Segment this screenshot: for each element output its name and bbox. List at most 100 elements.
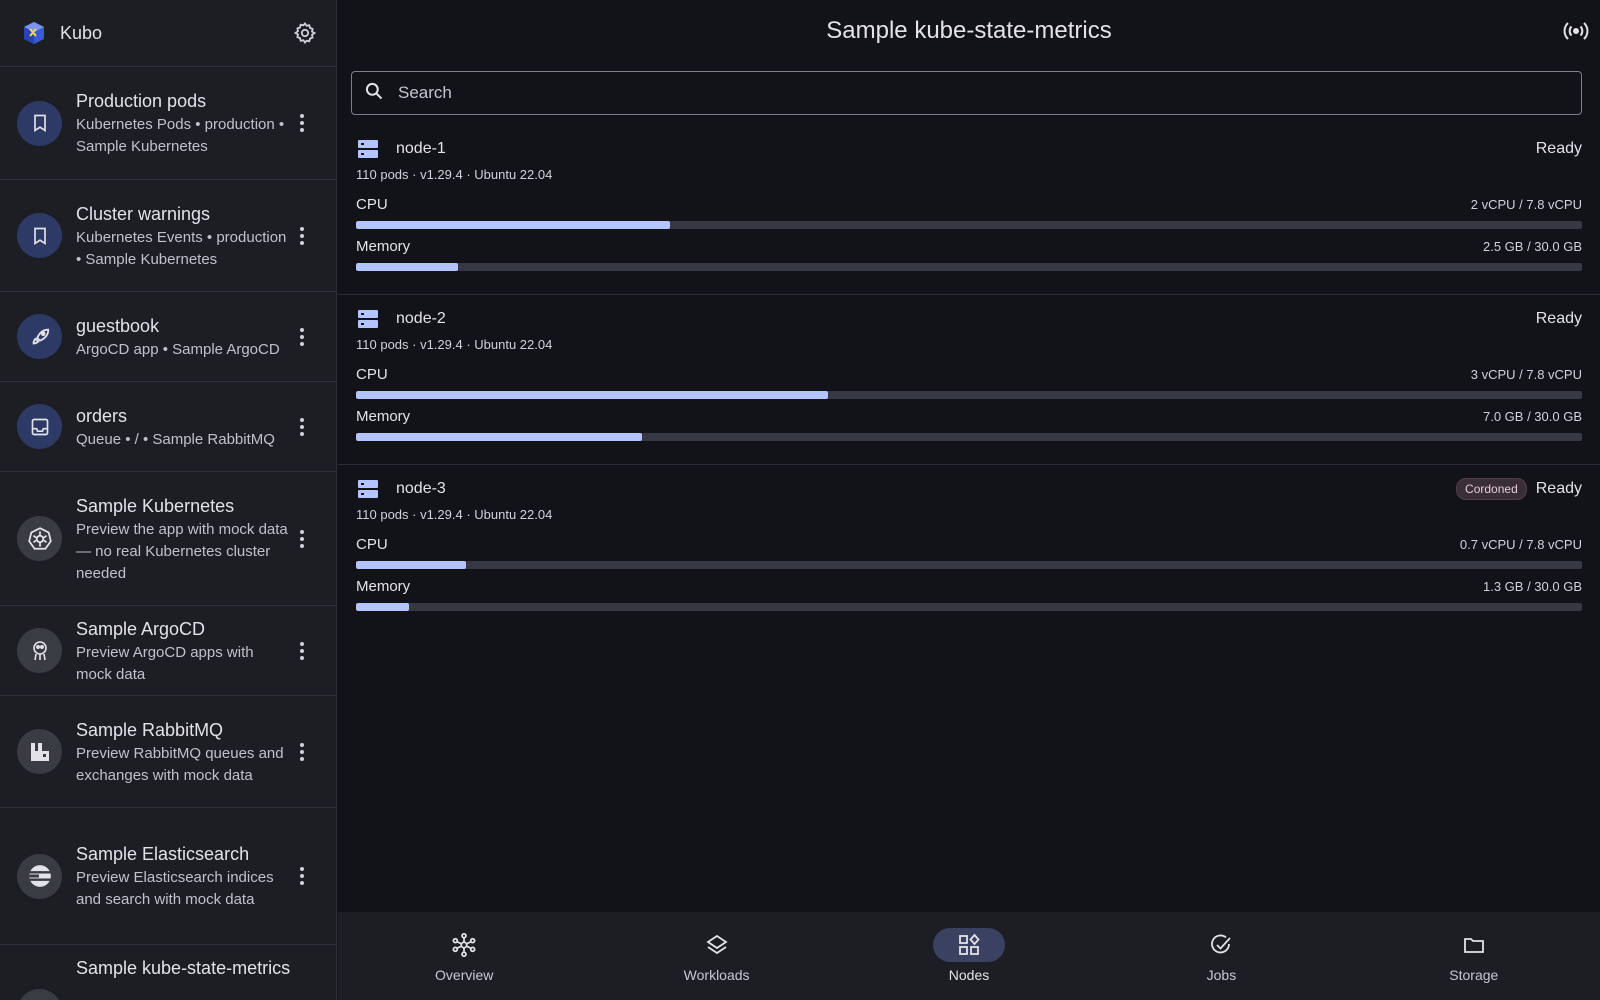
network-icon [428,928,500,962]
server-icon [356,307,380,331]
sidebar-item-cluster-warnings[interactable]: Cluster warnings Kubernetes Events • pro… [0,180,336,292]
check-circle-icon [1185,928,1257,962]
sidebar-item-sample-rabbitmq[interactable]: Sample RabbitMQ Preview RabbitMQ queues … [0,696,336,808]
grid-icon [933,928,1006,962]
metric-value: 2.5 GB / 30.0 GB [1483,238,1582,254]
memory-progress-fill [356,263,458,271]
more-vert-icon[interactable] [290,111,314,135]
metric-label: CPU [356,535,388,553]
argocd-icon [17,628,62,673]
search-input[interactable] [398,83,1548,103]
node-card[interactable]: node-2 Ready 110 pods · v1.29.4 · Ubuntu… [338,295,1600,465]
metric-value: 2 vCPU / 7.8 vCPU [1470,196,1582,212]
memory-metric: Memory 1.3 GB / 30.0 GB [356,575,1582,611]
sidebar-item-orders[interactable]: orders Queue • / • Sample RabbitMQ [0,382,336,472]
settings-gear-icon[interactable] [292,20,318,46]
node-card[interactable]: node-3 Cordoned Ready 110 pods · v1.29.4… [338,465,1600,635]
sidebar-item-title: Sample kube-state-metrics [76,958,291,978]
sidebar-item-title: Sample Elasticsearch [76,844,250,864]
node-name: node-2 [396,310,446,327]
node-card[interactable]: node-1 Ready 110 pods · v1.29.4 · Ubuntu… [338,125,1600,295]
sidebar-item-sample-kubernetes[interactable]: Sample Kubernetes Preview the app with m… [0,472,336,606]
nav-label: Overview [435,967,494,983]
nav-item-overview[interactable]: Overview [338,912,590,1000]
node-meta: 110 pods · v1.29.4 · Ubuntu 22.04 [356,167,553,182]
broadcast-icon[interactable] [1562,18,1590,44]
node-name: node-3 [396,480,446,497]
nav-label: Jobs [1206,967,1237,983]
memory-progress-fill [356,603,409,611]
more-vert-icon[interactable] [290,639,314,663]
app-name: Kubo [60,22,103,43]
metric-value: 3 vCPU / 7.8 vCPU [1470,366,1582,382]
metric-label: Memory [356,407,411,425]
node-status: Ready [1535,310,1582,327]
sidebar-item-sample-elasticsearch[interactable]: Sample Elasticsearch Preview Elasticsear… [0,808,336,945]
elasticsearch-icon [17,853,62,899]
metric-label: CPU [356,365,388,383]
sidebar-item-sample-argocd[interactable]: Sample ArgoCD Preview ArgoCD apps with m… [0,606,336,696]
cpu-progress-bar [356,561,1582,569]
sidebar-header: Kubo [0,0,336,67]
sidebar: Kubo Production pods Kubernetes Pods • p… [0,0,337,1000]
cpu-progress-fill [356,221,670,229]
inbox-icon [17,404,62,449]
metric-label: CPU [356,195,388,213]
cpu-metric: CPU 3 vCPU / 7.8 vCPU [356,363,1582,399]
nav-item-storage[interactable]: Storage [1348,912,1600,1000]
layers-icon [681,928,753,962]
nav-item-workloads[interactable]: Workloads [590,912,842,1000]
sidebar-item-sample-kube-state-metrics[interactable]: Sample kube-state-metrics [0,945,336,1000]
cpu-metric: CPU 2 vCPU / 7.8 vCPU [356,193,1582,229]
cpu-metric: CPU 0.7 vCPU / 7.8 vCPU [356,533,1582,569]
sidebar-item-production-pods[interactable]: Production pods Kubernetes Pods • produc… [0,67,336,180]
metric-label: Memory [356,577,411,595]
more-vert-icon[interactable] [290,325,314,349]
search-bar[interactable] [351,71,1582,115]
sidebar-item-guestbook[interactable]: guestbook ArgoCD app • Sample ArgoCD [0,292,336,382]
more-vert-icon[interactable] [290,527,314,551]
cpu-progress-fill [356,391,828,399]
top-bar: Sample kube-state-metrics [338,0,1600,62]
node-status: Ready [1535,480,1582,497]
sidebar-item-subtitle: Kubernetes Events • production • Sample … [76,228,287,268]
main-content: Sample kube-state-metrics node-1 Ready 1… [338,0,1600,1000]
sidebar-item-title: Cluster warnings [76,203,211,224]
bottom-navigation: Overview Workloads Nodes Jobs Storage [338,912,1600,1000]
memory-metric: Memory 2.5 GB / 30.0 GB [356,235,1582,271]
rabbitmq-icon [17,729,62,774]
node-meta: 110 pods · v1.29.4 · Ubuntu 22.04 [356,337,553,352]
more-vert-icon[interactable] [290,415,314,439]
memory-progress-fill [356,433,642,441]
kubo-logo-icon [20,19,48,47]
node-list: node-1 Ready 110 pods · v1.29.4 · Ubuntu… [338,125,1600,635]
memory-progress-bar [356,603,1582,611]
sidebar-item-title: orders [76,405,128,426]
sidebar-item-subtitle: Preview Elasticsearch indices and search… [76,869,274,908]
sidebar-item-subtitle: Queue • / • Sample RabbitMQ [76,430,275,448]
more-vert-icon[interactable] [290,864,314,888]
server-icon [356,137,380,161]
nav-label: Nodes [948,967,990,983]
nav-item-nodes[interactable]: Nodes [843,912,1095,1000]
metrics-icon [17,989,62,1000]
kubernetes-icon [17,516,62,561]
sidebar-item-title: guestbook [76,315,160,336]
page-title: Sample kube-state-metrics [826,17,1112,44]
sidebar-item-title: Production pods [76,91,207,111]
server-icon [356,477,380,501]
sidebar-item-subtitle: Preview RabbitMQ queues and exchanges wi… [76,744,284,784]
nav-label: Storage [1449,967,1499,983]
sidebar-item-subtitle: ArgoCD app • Sample ArgoCD [76,340,280,358]
sidebar-item-title: Sample RabbitMQ [76,719,224,740]
sidebar-item-title: Sample Kubernetes [76,495,235,516]
sidebar-item-subtitle: Preview the app with mock data — no real… [76,520,288,582]
sidebar-item-title: Sample ArgoCD [76,618,206,639]
metric-value: 7.0 GB / 30.0 GB [1483,408,1582,424]
more-vert-icon[interactable] [290,740,314,764]
node-meta: 110 pods · v1.29.4 · Ubuntu 22.04 [356,507,553,522]
more-vert-icon[interactable] [290,224,314,248]
node-name: node-1 [396,140,446,157]
nav-item-jobs[interactable]: Jobs [1095,912,1347,1000]
cpu-progress-bar [356,391,1582,399]
